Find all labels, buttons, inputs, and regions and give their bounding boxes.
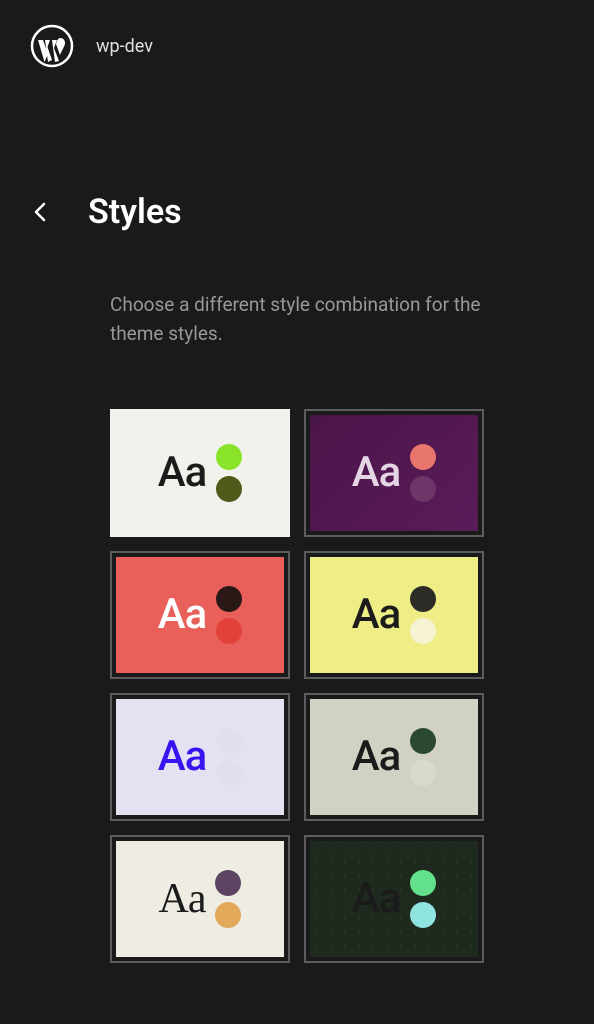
style-preview-text: Aa <box>352 874 401 923</box>
style-dark-dotted[interactable]: Aa <box>304 835 484 963</box>
color-swatch-primary <box>410 444 436 470</box>
wordpress-logo-icon[interactable] <box>30 24 74 68</box>
color-swatches <box>216 444 242 502</box>
color-swatch-primary <box>410 586 436 612</box>
style-cream-serif[interactable]: Aa <box>110 835 290 963</box>
color-swatch-secondary <box>216 618 242 644</box>
style-sage[interactable]: Aa <box>304 693 484 821</box>
style-grid: Aa Aa Aa Aa Aa Aa Aa Aa <box>0 409 594 963</box>
style-preview-text: Aa <box>158 590 207 639</box>
color-swatches <box>410 870 436 928</box>
color-swatch-secondary <box>410 902 436 928</box>
site-name-label: wp-dev <box>96 36 153 57</box>
color-swatch-secondary <box>410 760 436 786</box>
style-red[interactable]: Aa <box>110 551 290 679</box>
color-swatches <box>216 586 242 644</box>
style-lavender[interactable]: Aa <box>110 693 290 821</box>
page-description: Choose a different style combination for… <box>0 290 594 349</box>
color-swatch-primary <box>410 728 436 754</box>
color-swatch-primary <box>410 870 436 896</box>
style-preview-text: Aa <box>158 732 207 781</box>
title-row: Styles <box>0 192 594 232</box>
color-swatch-primary <box>216 444 242 470</box>
color-swatch-primary <box>216 586 242 612</box>
color-swatch-primary <box>215 870 241 896</box>
color-swatch-primary <box>216 728 242 754</box>
chevron-left-icon <box>33 201 47 223</box>
style-yellow[interactable]: Aa <box>304 551 484 679</box>
style-preview-text: Aa <box>352 732 401 781</box>
color-swatch-secondary <box>215 902 241 928</box>
color-swatch-secondary <box>216 760 242 786</box>
style-preview-text: Aa <box>158 448 207 497</box>
style-purple[interactable]: Aa <box>304 409 484 537</box>
style-preview-text: Aa <box>352 590 401 639</box>
color-swatch-secondary <box>410 618 436 644</box>
color-swatches <box>410 444 436 502</box>
color-swatches <box>410 586 436 644</box>
style-preview-text: Aa <box>352 448 401 497</box>
header: wp-dev <box>0 0 594 92</box>
back-button[interactable] <box>30 202 50 222</box>
page-title: Styles <box>88 192 182 232</box>
color-swatch-secondary <box>410 476 436 502</box>
style-light-green[interactable]: Aa <box>110 409 290 537</box>
style-preview-text: Aa <box>159 875 206 923</box>
color-swatches <box>410 728 436 786</box>
color-swatch-secondary <box>216 476 242 502</box>
color-swatches <box>215 870 241 928</box>
color-swatches <box>216 728 242 786</box>
